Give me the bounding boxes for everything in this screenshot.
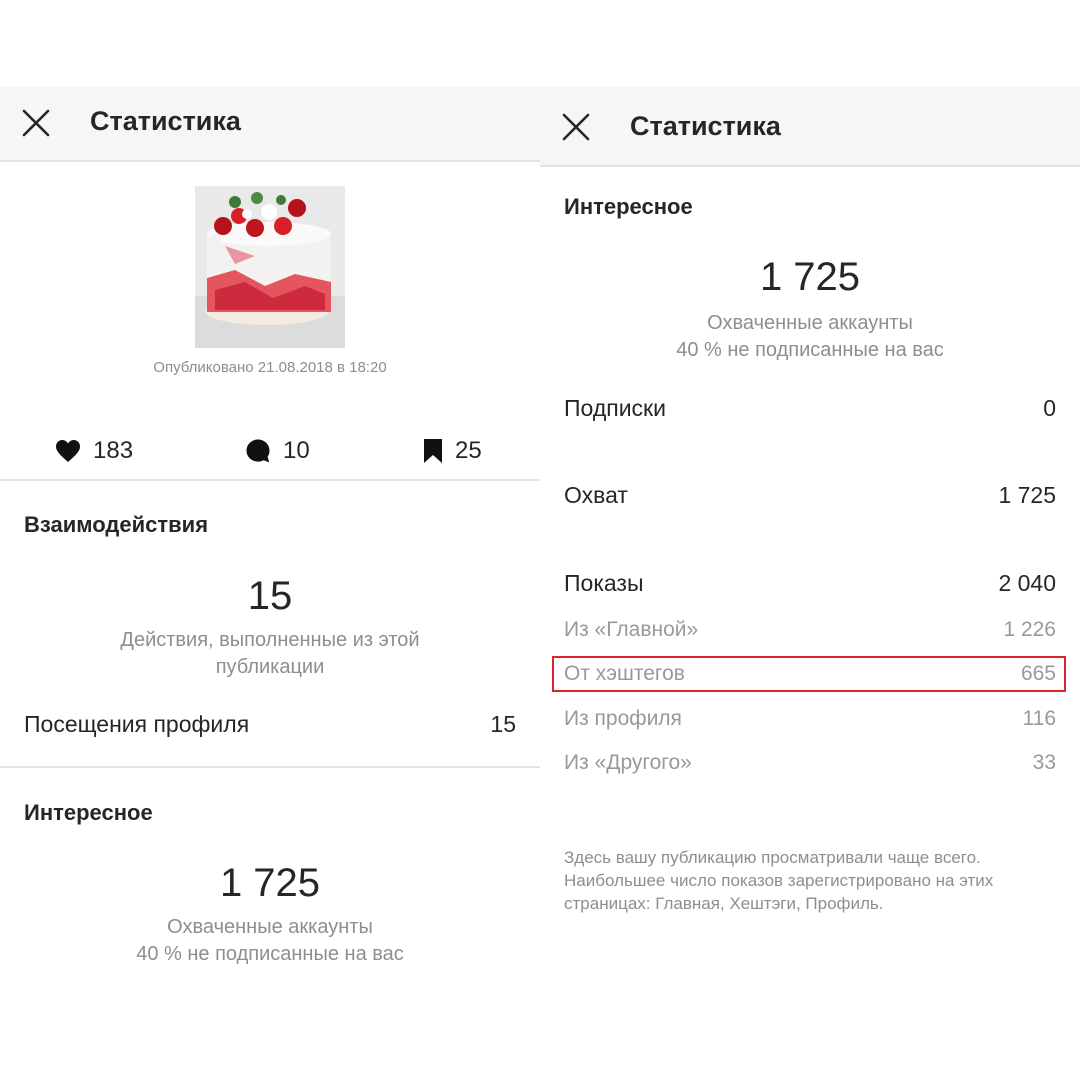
interactions-title: Взаимодействия (24, 512, 209, 537)
impressions-label: Показы (564, 570, 644, 596)
published-date: Опубликовано 21.08.2018 в 18:20 (153, 359, 387, 376)
impressions-value: 2 040 (998, 570, 1056, 596)
close-button[interactable] (556, 107, 596, 147)
discovery-subtitle-1: Охваченные аккаунты (167, 916, 373, 938)
impressions-source-value: 116 (1022, 707, 1056, 730)
impressions-source-value: 665 (1020, 662, 1056, 685)
close-button[interactable] (16, 103, 56, 143)
close-icon (562, 113, 590, 141)
profile-visits-label: Посещения профиля (24, 711, 250, 737)
discovery-number: 1 725 (219, 861, 321, 905)
discovery-subtitle-2: 40 % не подписанные на вас (136, 943, 404, 965)
divider (0, 766, 540, 768)
interactions-number: 15 (247, 574, 293, 618)
reach-value: 1 725 (998, 482, 1056, 508)
discovery-number: 1 725 (759, 255, 861, 299)
close-icon (22, 109, 50, 137)
impressions-source-label: Из «Главной» (564, 618, 699, 641)
comments-count: 10 (283, 437, 310, 464)
interactions-subtitle-2: публикации (215, 656, 325, 678)
likes-stat: 183 (55, 434, 133, 468)
reach-label: Охват (564, 482, 628, 508)
post-thumbnail[interactable] (195, 186, 345, 348)
page-title: Статистика (90, 106, 241, 136)
impressions-source-label: Из профиля (564, 707, 682, 730)
saves-count: 25 (455, 437, 482, 464)
comment-icon (246, 439, 270, 463)
follows-value: 0 (1043, 395, 1056, 421)
right-header: Статистика (540, 87, 1080, 167)
note-line: Наибольшее число показов зарегистрирован… (564, 871, 994, 890)
discovery-subtitle-2: 40 % не подписанные на вас (676, 339, 944, 361)
heart-icon (56, 440, 80, 462)
impressions-source-label: От хэштегов (564, 662, 685, 685)
saves-stat: 25 (423, 434, 482, 468)
divider (0, 479, 540, 481)
bookmark-icon (424, 439, 442, 463)
discovery-subtitle-1: Охваченные аккаунты (707, 312, 913, 334)
interactions-subtitle-1: Действия, выполненные из этой (120, 629, 420, 651)
comments-stat: 10 (245, 434, 310, 468)
profile-visits-value: 15 (490, 711, 516, 737)
discovery-title: Интересное (564, 194, 693, 219)
insights-note: Здесь вашу публикацию просматривали чаще… (564, 846, 1054, 915)
impressions-source-value: 1 226 (1003, 618, 1056, 641)
likes-count: 183 (93, 437, 134, 464)
impressions-source-label: Из «Другого» (564, 751, 692, 774)
follows-label: Подписки (564, 395, 666, 421)
left-header: Статистика (0, 87, 540, 162)
note-line: Здесь вашу публикацию просматривали чаще… (564, 848, 981, 867)
left-panel: Статистика Опубликовано 21.08.2018 в 18:… (0, 0, 540, 1080)
right-panel: Статистика Интересное 1 725 Охваченные а… (540, 0, 1080, 1080)
impressions-source-value: 33 (1032, 751, 1056, 774)
discovery-title: Интересное (24, 800, 153, 825)
page-title: Статистика (630, 111, 781, 141)
note-line: страницах: Главная, Хештэги, Профиль. (564, 894, 884, 913)
